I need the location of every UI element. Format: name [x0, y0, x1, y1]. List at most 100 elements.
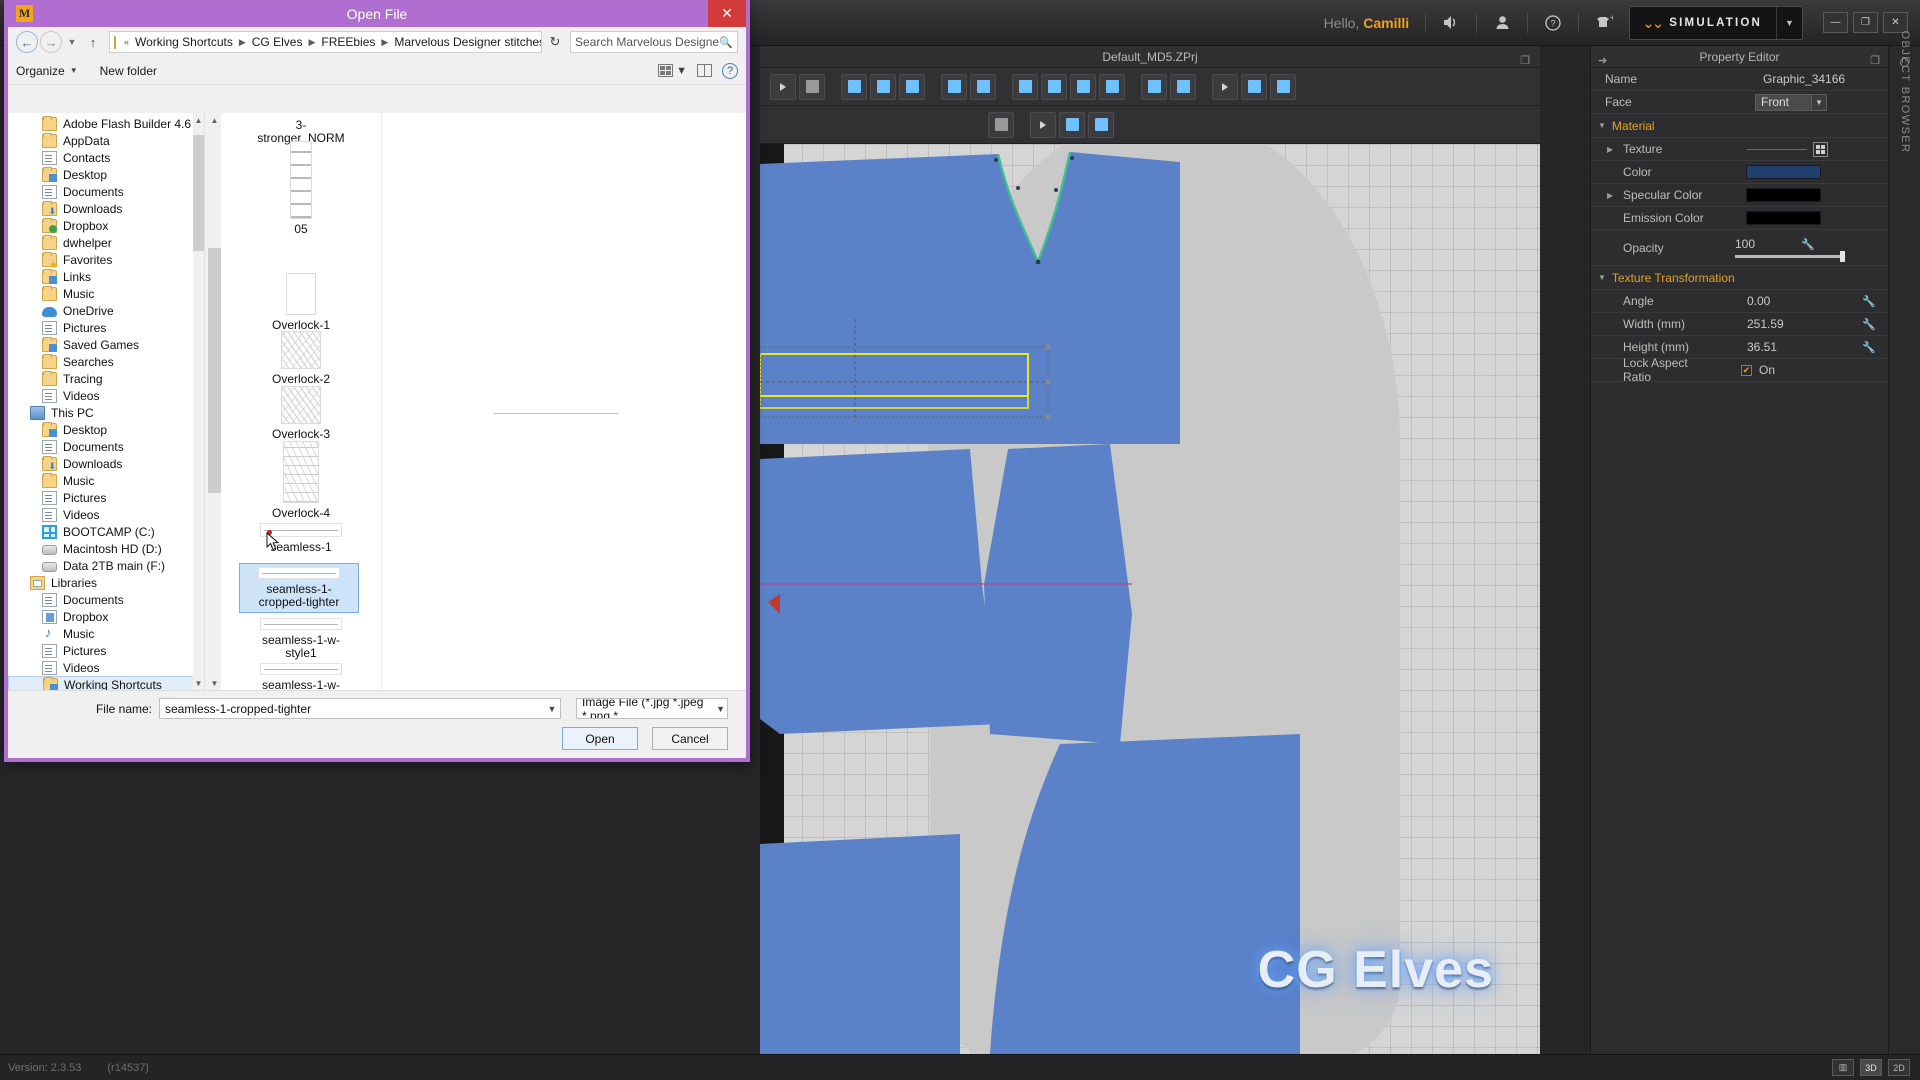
chevron-right-icon[interactable]: ▶: [304, 37, 319, 48]
tree-item-music[interactable]: Music: [8, 625, 204, 642]
tree-item-dwhelper[interactable]: dwhelper: [8, 234, 204, 251]
maximize-button[interactable]: ❐: [1853, 12, 1878, 33]
zipper-tool[interactable]: [970, 73, 996, 100]
tree-item-favorites[interactable]: Favorites: [8, 251, 204, 271]
scroll-down-icon[interactable]: ▼: [208, 676, 221, 690]
transform-tool[interactable]: [799, 73, 825, 100]
tree-item-documents[interactable]: Documents: [8, 438, 204, 455]
preview-pane-icon[interactable]: [697, 64, 712, 77]
tree-item-desktop[interactable]: Desktop: [8, 421, 204, 438]
pointer-tool-2[interactable]: [1030, 111, 1056, 138]
texture-move-tool[interactable]: [1270, 73, 1296, 100]
recent-locations-button[interactable]: ▼: [64, 37, 80, 47]
chevron-down-icon[interactable]: ▼: [544, 704, 560, 714]
file-item[interactable]: 3-stronger_NORM: [221, 115, 381, 144]
triangle-right-icon[interactable]: ▶: [1607, 145, 1613, 154]
tree-item-appdata[interactable]: AppData: [8, 132, 204, 149]
tree-item-onedrive[interactable]: OneDrive: [8, 302, 204, 319]
tree-item-tracing[interactable]: Tracing: [8, 370, 204, 387]
garment-add-icon[interactable]: +: [1589, 8, 1619, 38]
tree-item-downloads[interactable]: Downloads: [8, 200, 204, 217]
object-browser-strip[interactable]: OBJECT BROWSER: [1888, 31, 1920, 1054]
view-2d-button[interactable]: 2D: [1888, 1059, 1910, 1076]
section-texture-transformation[interactable]: ▼ Texture Transformation: [1591, 266, 1888, 290]
breadcrumb-item-0[interactable]: Working Shortcuts: [133, 35, 235, 49]
wrench-icon[interactable]: 🔧: [1862, 295, 1876, 308]
help-icon[interactable]: ?: [722, 62, 738, 79]
wrench-icon[interactable]: 🔧: [1801, 238, 1815, 251]
file-name-input[interactable]: [165, 701, 544, 716]
tree-item-links[interactable]: Links: [8, 268, 204, 285]
tree-item-saved-games[interactable]: Saved Games: [8, 336, 204, 353]
angle-value[interactable]: 0.00: [1747, 294, 1770, 308]
scroll-down-icon[interactable]: ▼: [193, 676, 204, 690]
color-swatch[interactable]: [1746, 165, 1821, 179]
tree-item-data-2tb-main-f[interactable]: Data 2TB main (F:): [8, 557, 204, 574]
opacity-slider[interactable]: [1735, 251, 1845, 262]
breadcrumb[interactable]: « Working Shortcuts ▶ CG Elves ▶ FREEbie…: [109, 31, 542, 53]
scrollbar-thumb[interactable]: [208, 248, 221, 493]
file-item[interactable]: 05: [221, 141, 381, 236]
cancel-button[interactable]: Cancel: [652, 727, 728, 750]
triangle-right-icon[interactable]: ▶: [1607, 191, 1613, 200]
file-item[interactable]: seamless-1-w-style1: [221, 618, 381, 659]
fold-tool[interactable]: [899, 73, 925, 100]
specular-swatch[interactable]: [1746, 188, 1821, 202]
tree-item-contacts[interactable]: Contacts: [8, 149, 204, 166]
organize-button[interactable]: Organize ▼: [16, 64, 78, 78]
back-button[interactable]: ←: [16, 31, 38, 53]
refresh-icon[interactable]: ↻: [544, 34, 566, 50]
chevron-down-icon[interactable]: ▼: [714, 704, 727, 714]
tree-item-working-shortcuts[interactable]: Working Shortcuts: [8, 676, 202, 690]
height-value[interactable]: 36.51: [1747, 340, 1777, 354]
help-icon[interactable]: ?: [1538, 8, 1568, 38]
file-type-select[interactable]: Image File (*.jpg *.jpeg *.png *. ▼: [576, 698, 728, 719]
minimize-button[interactable]: —: [1823, 12, 1848, 33]
view-3d-button[interactable]: 3D: [1860, 1059, 1882, 1076]
file-item[interactable]: Overlock-3: [221, 386, 381, 441]
scroll-up-icon[interactable]: ▲: [208, 113, 221, 127]
tree-item-libraries[interactable]: Libraries: [8, 574, 204, 591]
layout-split-icon[interactable]: ▥: [1832, 1059, 1854, 1076]
search-box[interactable]: 🔍: [570, 31, 738, 53]
tree-item-music[interactable]: Music: [8, 285, 204, 302]
simulation-mode-button[interactable]: ⌄⌄ SIMULATION ▼: [1629, 5, 1803, 40]
topstitch-tool[interactable]: [1170, 73, 1196, 100]
pointer-tool[interactable]: [1212, 73, 1238, 100]
file-item[interactable]: Overlock-4: [221, 441, 381, 520]
viewport-tab[interactable]: Default_MD5.ZPrj ❐: [760, 46, 1540, 68]
tree-item-videos[interactable]: Videos: [8, 387, 204, 404]
segment-tool[interactable]: [941, 73, 967, 100]
scroll-up-icon[interactable]: ▲: [193, 113, 204, 127]
breadcrumb-item-1[interactable]: CG Elves: [250, 35, 305, 49]
slider-knob[interactable]: [1840, 251, 1845, 262]
breadcrumb-item-2[interactable]: FREEbies: [319, 35, 377, 49]
file-name-field[interactable]: ▼: [159, 698, 561, 719]
file-item[interactable]: seamless-1: [221, 523, 381, 554]
search-input[interactable]: [575, 35, 720, 49]
texture-edit-tool[interactable]: [1241, 73, 1267, 100]
tree-item-desktop[interactable]: Desktop: [8, 166, 204, 183]
up-button[interactable]: ↑: [82, 35, 104, 50]
tree-item-music[interactable]: Music: [8, 472, 204, 489]
simulation-dropdown[interactable]: ▼: [1776, 6, 1802, 39]
pin-tool[interactable]: [841, 73, 867, 100]
chevron-down-icon[interactable]: ▼: [1811, 94, 1826, 110]
forward-button[interactable]: →: [40, 31, 62, 53]
tack-tool[interactable]: [870, 73, 896, 100]
file-item[interactable]: seamless-1-cropped-tighter: [239, 563, 359, 613]
tree-item-videos[interactable]: Videos: [8, 659, 204, 676]
tree-item-dropbox[interactable]: Dropbox: [8, 608, 204, 625]
file-item[interactable]: Overlock-1: [221, 273, 381, 332]
face-select[interactable]: Front ▼: [1755, 93, 1827, 111]
file-list-scrollbar[interactable]: ▲ ▼: [208, 113, 221, 690]
width-value[interactable]: 251.59: [1747, 317, 1784, 331]
tree-item-searches[interactable]: Searches: [8, 353, 204, 370]
navigation-tree[interactable]: Adobe Flash Builder 4.6 AppData Contacts De…: [8, 113, 204, 690]
wrench-icon[interactable]: 🔧: [1862, 318, 1876, 331]
pattern-viewport[interactable]: CG Elves: [760, 144, 1540, 1054]
tree-item-documents[interactable]: Documents: [8, 183, 204, 200]
chevron-right-icon[interactable]: ▶: [235, 37, 250, 48]
emission-swatch[interactable]: [1746, 211, 1821, 225]
texture-browse-icon[interactable]: [1813, 141, 1828, 157]
